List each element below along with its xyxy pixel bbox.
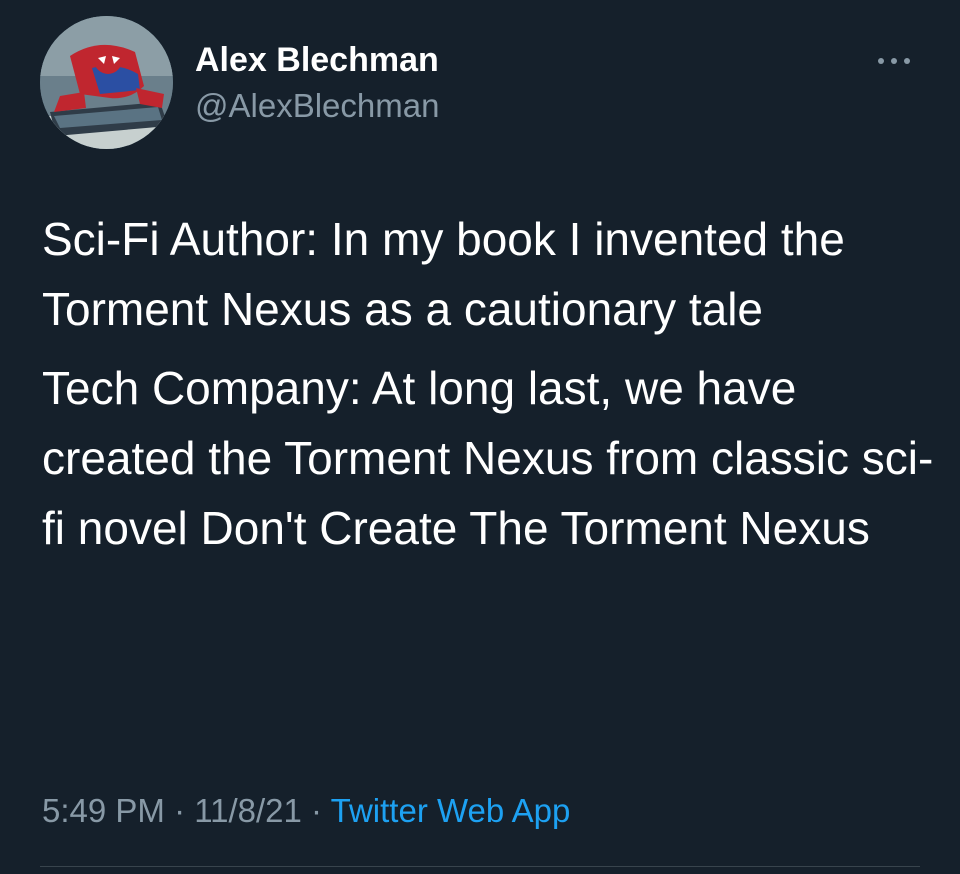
display-name[interactable]: Alex Blechman <box>195 40 439 80</box>
dot <box>878 58 884 64</box>
avatar[interactable] <box>40 16 173 149</box>
tweet-text: Sci-Fi Author: In my book I invented the… <box>42 204 942 563</box>
tweet-source-link[interactable]: Twitter Web App <box>331 792 571 829</box>
tweet-paragraph: Tech Company: At long last, we have crea… <box>42 362 934 554</box>
tweet-date[interactable]: 11/8/21 <box>194 792 302 829</box>
tweet-card: Alex Blechman @AlexBlechman Sci-Fi Autho… <box>0 0 960 874</box>
tweet-metadata: 5:49 PM · 11/8/21 · Twitter Web App <box>42 789 570 833</box>
more-horizontal-icon <box>878 58 910 64</box>
meta-separator: · <box>301 792 331 829</box>
dot <box>891 58 897 64</box>
meta-separator: · <box>164 792 195 829</box>
user-handle[interactable]: @AlexBlechman <box>195 86 439 126</box>
spider-man-avatar-icon <box>40 16 173 149</box>
tweet-time[interactable]: 5:49 PM <box>42 792 165 829</box>
divider <box>40 866 920 867</box>
more-options-button[interactable] <box>872 46 916 76</box>
dot <box>904 58 910 64</box>
tweet-paragraph: Sci-Fi Author: In my book I invented the… <box>42 213 845 335</box>
